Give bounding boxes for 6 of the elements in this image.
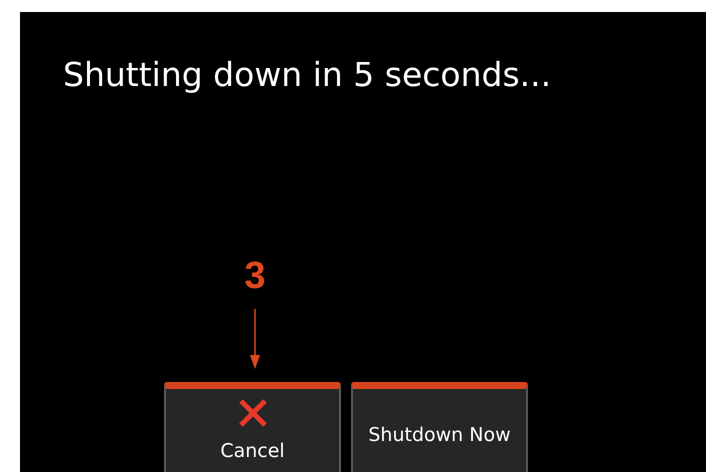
shutdown-now-button[interactable]: Shutdown Now [351,382,528,472]
shutdown-message: Shutting down in 5 seconds... [63,55,552,94]
callout-number: 3 [243,257,267,295]
close-icon [236,397,268,429]
callout-arrow [249,309,261,371]
cancel-button[interactable]: Cancel [164,382,341,472]
